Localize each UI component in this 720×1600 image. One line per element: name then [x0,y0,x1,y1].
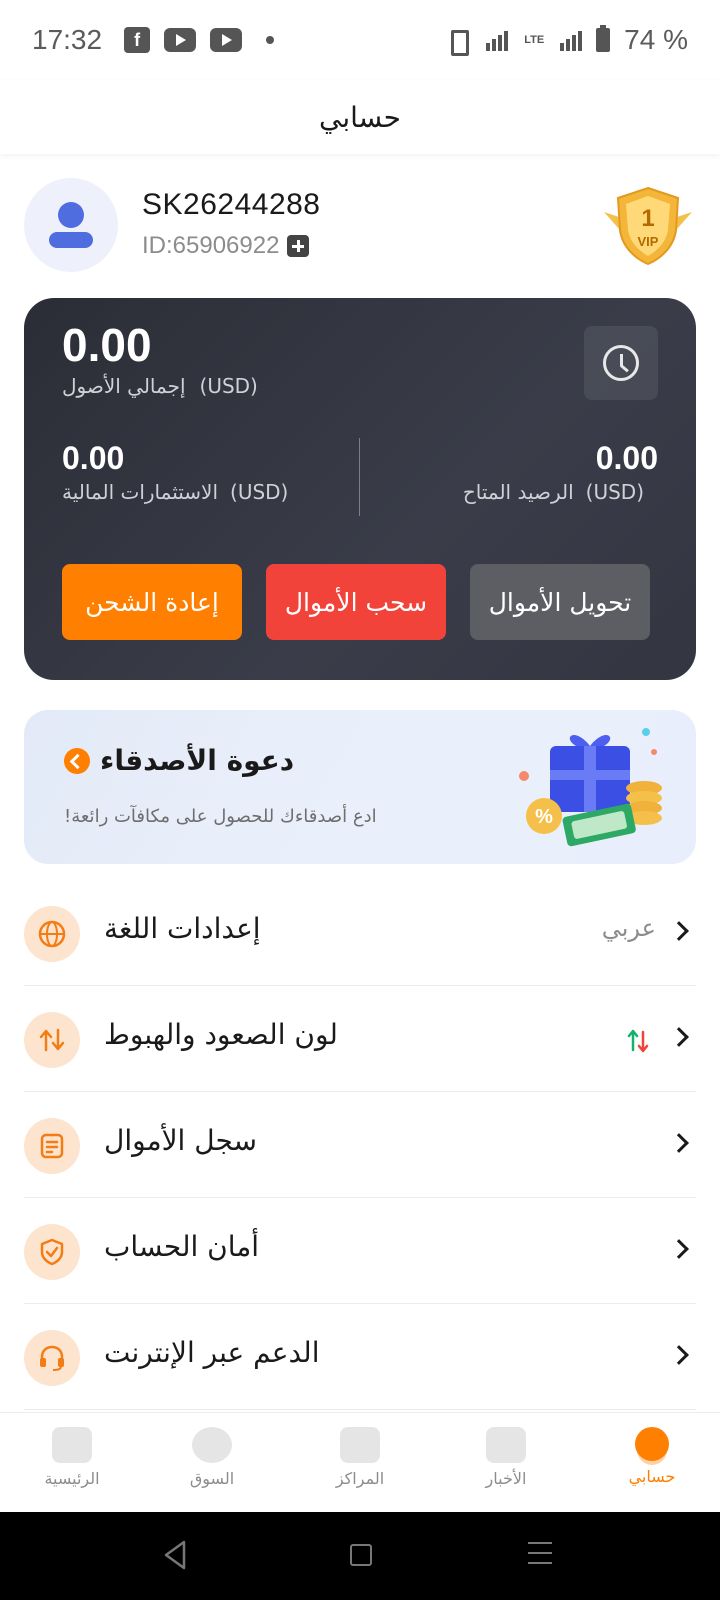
investments-label: الاستثمارات المالية [62,480,219,504]
nav-label: السوق [189,1469,235,1488]
facebook-icon: f [124,27,151,53]
nav-item-account[interactable]: حسابي [602,1427,702,1486]
chevron-right-icon [669,1027,689,1047]
total-assets-currency: (USD) [199,374,258,398]
menu-item-label: لون الصعود والهبوط [104,1018,338,1051]
system-navigation-bar [0,1512,720,1600]
news-icon [486,1427,526,1463]
battery-icon [596,25,611,52]
balance-divider [359,438,360,516]
username: SK26244288 [142,188,321,221]
menu-item-label: أمان الحساب [104,1230,260,1263]
vibrate-icon [442,28,472,56]
up-down-arrows-icon [24,1012,80,1068]
menu-item-account-security[interactable]: أمان الحساب [24,1198,696,1304]
globe-icon [24,906,80,962]
investments-currency: (USD) [230,480,289,504]
nav-label: الأخبار [485,1469,527,1488]
youtube-icon [210,28,243,52]
home-button-icon[interactable] [350,1544,372,1566]
status-time: 17:32 [32,24,103,55]
chevron-right-icon [669,1239,689,1259]
vip-badge-icon[interactable]: 1 VIP [600,184,696,268]
clock-icon [603,345,639,381]
balance-card: 0.00 إجمالي الأصول (USD) 0.00 الاستثمارا… [24,298,696,680]
investments-value: 0.00 [62,440,125,476]
menu-item-label: الدعم عبر الإنترنت [104,1336,320,1369]
network-type: LTE [524,33,545,46]
avatar-body [49,232,93,248]
headset-icon [24,1330,80,1386]
nav-item-news[interactable]: الأخبار [456,1427,556,1488]
nav-item-home[interactable]: الرئيسية [22,1427,122,1488]
battery-level: 74 % [624,24,688,55]
user-id: ID:65906922 [142,232,280,259]
invite-title-row: دعوة الأصدقاء [64,744,294,777]
recent-apps-icon[interactable] [528,1542,552,1566]
avatar[interactable] [24,178,118,272]
shield-check-icon [24,1224,80,1280]
user-id-row: ID:65906922 [142,232,310,260]
history-button[interactable] [584,326,658,400]
available-balance-label-row: الرصيد المتاح (USD) [463,480,644,504]
chevron-right-icon [669,1345,689,1365]
svg-text:%: % [535,806,553,828]
nav-label: المراكز [335,1469,385,1488]
profile-section: SK26244288 ID:65906922 1 VIP [24,178,696,274]
available-balance-label: الرصيد المتاح [462,480,574,504]
vip-level: 1 [641,205,654,232]
total-assets-label: إجمالي الأصول [62,374,186,398]
menu-item-online-support[interactable]: الدعم عبر الإنترنت [24,1304,696,1410]
rise-fall-indicator-icon [627,1029,649,1053]
nav-label: حسابي [628,1467,676,1486]
signal-icon [486,29,509,51]
more-notifications-icon [266,36,275,44]
page-header: حسابي [0,80,720,154]
avatar-head [58,202,84,228]
withdraw-button[interactable]: سحب الأموال [266,564,446,640]
copy-icon[interactable] [287,235,310,257]
chevron-right-icon [669,921,689,941]
bottom-navigation: الرئيسية السوق المراكز الأخبار حسابي [0,1412,720,1512]
back-icon[interactable] [160,1538,190,1572]
recharge-button[interactable]: إعادة الشحن [62,564,242,640]
available-balance-value: 0.00 [595,440,658,476]
vip-label: VIP [638,234,659,249]
available-balance-currency: (USD) [585,480,644,504]
menu-item-rise-fall-color[interactable]: لون الصعود والهبوط [24,986,696,1092]
menu-item-label: إعدادات اللغة [104,912,261,945]
invite-title: دعوة الأصدقاء [100,744,295,777]
market-icon [192,1427,232,1463]
document-icon [24,1118,80,1174]
invite-friends-banner[interactable]: دعوة الأصدقاء !ادع أصدقاءك للحصول على مك… [24,710,696,864]
signal-icon [560,29,583,51]
transfer-button[interactable]: تحويل الأموال [470,564,650,640]
menu-item-funds-record[interactable]: سجل الأموال [24,1092,696,1198]
invite-subtitle: !ادع أصدقاءك للحصول على مكافآت رائعة [64,806,377,827]
total-assets-value: 0.00 [62,319,152,371]
status-bar: 17:32 f LTE 74 % [0,0,720,80]
system-status-icons: LTE 74 % [442,24,688,56]
menu-item-language[interactable]: إعدادات اللغة عربي [24,880,696,986]
youtube-icon [164,28,197,52]
investments-label-row: الاستثمارات المالية (USD) [62,480,288,504]
total-assets-label-row: إجمالي الأصول (USD) [62,374,258,398]
nav-item-positions[interactable]: المراكز [310,1427,410,1488]
home-icon [52,1427,92,1463]
positions-icon [340,1427,380,1463]
page-title: حسابي [319,100,401,134]
menu-item-label: سجل الأموال [104,1124,257,1157]
account-icon [635,1427,669,1461]
chevron-right-icon [669,1133,689,1153]
nav-item-market[interactable]: السوق [162,1427,262,1488]
arrow-left-icon [64,747,90,774]
nav-label: الرئيسية [44,1469,100,1488]
gift-illustration-icon: % [519,728,662,847]
notification-icons: f [124,27,275,53]
language-value: عربي [601,914,656,942]
